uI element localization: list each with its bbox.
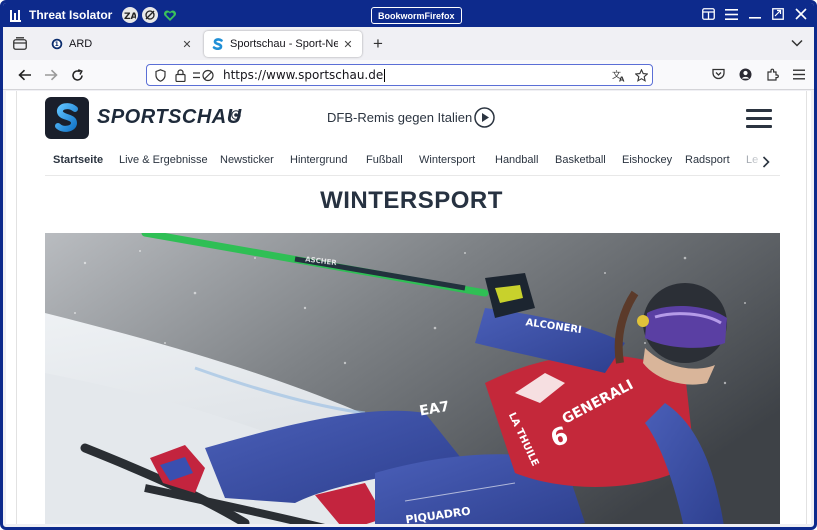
extensions-icon[interactable] xyxy=(765,67,779,81)
nav-item-hintergrund[interactable]: Hintergrund xyxy=(290,154,347,166)
strikethrough-circle-icon[interactable] xyxy=(142,7,159,23)
svg-text:ZA: ZA xyxy=(124,12,136,20)
headline-link[interactable]: DFB-Remis gegen Italien xyxy=(327,110,472,125)
pocket-icon[interactable] xyxy=(711,67,725,81)
sportschau-logo-icon[interactable] xyxy=(45,97,89,139)
svg-text:1: 1 xyxy=(55,41,59,48)
navigation-bar: https://www.sportschau.de 文A xyxy=(3,60,814,90)
ard-icon: 1 xyxy=(51,38,63,50)
page-viewport: SPORTSCHAU DFB-Remis gegen Italien Start… xyxy=(6,91,811,524)
app-title: Threat Isolator xyxy=(29,8,113,22)
tab-sportschau[interactable]: Sportschau - Sport-News, E ✕ xyxy=(204,31,362,57)
tab-label: ARD xyxy=(69,38,93,50)
section-title: WINTERSPORT xyxy=(320,187,503,214)
minimize-icon[interactable] xyxy=(747,6,762,22)
site-logo-text[interactable]: SPORTSCHAU xyxy=(97,106,242,129)
section-nav: Startseite Live & Ergebnisse Newsticker … xyxy=(45,149,785,175)
lock-icon[interactable] xyxy=(173,68,187,82)
nav-item-wintersport[interactable]: Wintersport xyxy=(419,154,475,166)
translate-icon[interactable]: 文A xyxy=(612,68,626,82)
bookmark-star-icon[interactable] xyxy=(634,68,648,82)
svg-text:A: A xyxy=(619,75,625,82)
nav-item-eishockey[interactable]: Eishockey xyxy=(622,154,672,166)
permissions-icon[interactable] xyxy=(193,68,215,82)
play-icon[interactable] xyxy=(474,107,495,128)
sportschau-icon xyxy=(212,38,224,50)
nav-item-radsport[interactable]: Radsport xyxy=(685,154,730,166)
url-text[interactable]: https://www.sportschau.de xyxy=(223,68,386,82)
nav-item-startseite[interactable]: Startseite xyxy=(53,154,103,166)
sidebar-icon[interactable] xyxy=(701,6,716,22)
forward-icon[interactable] xyxy=(43,67,59,83)
browser-badge: BookwormFirefox xyxy=(371,7,462,24)
chevron-down-icon[interactable] xyxy=(790,36,804,50)
hamburger-menu-icon[interactable] xyxy=(792,67,806,81)
close-icon[interactable] xyxy=(793,6,808,22)
green-heart-icon[interactable] xyxy=(162,7,178,23)
tab-close-icon[interactable]: ✕ xyxy=(342,38,354,51)
title-bar: Threat Isolator ZA BookwormFirefox xyxy=(3,3,814,27)
hero-image[interactable]: 6 GENERALI LA THUILE EA7 PIQUADRO ALCONE… xyxy=(45,233,780,524)
nav-item-newsticker[interactable]: Newsticker xyxy=(220,154,274,166)
za-shield-icon[interactable]: ZA xyxy=(122,7,139,23)
shield-icon[interactable] xyxy=(153,68,167,82)
url-bar[interactable]: https://www.sportschau.de 文A xyxy=(146,64,653,86)
tab-strip: 1 ARD ✕ Sportschau - Sport-News, E ✕ + xyxy=(3,27,814,60)
new-tab-icon[interactable]: + xyxy=(369,34,387,53)
tab-label: Sportschau - Sport-News, E xyxy=(230,38,338,50)
tab-close-icon[interactable]: ✕ xyxy=(181,38,193,51)
account-icon[interactable] xyxy=(738,67,752,81)
registered-mark-icon xyxy=(231,107,241,120)
chevron-right-icon[interactable] xyxy=(761,155,771,169)
site-menu-icon[interactable] xyxy=(746,109,772,128)
browser-window: Threat Isolator ZA BookwormFirefox xyxy=(0,0,817,530)
nav-item-basketball[interactable]: Basketball xyxy=(555,154,606,166)
reload-icon[interactable] xyxy=(69,67,85,83)
tab-ard[interactable]: 1 ARD ✕ xyxy=(43,31,201,57)
menu-icon[interactable] xyxy=(724,6,739,22)
restore-icon[interactable] xyxy=(770,6,785,22)
nav-item-fussball[interactable]: Fußball xyxy=(366,154,403,166)
sportschau-site: SPORTSCHAU DFB-Remis gegen Italien Start… xyxy=(16,91,807,524)
nav-item-handball[interactable]: Handball xyxy=(495,154,538,166)
threat-isolator-logo-icon xyxy=(9,8,23,22)
tab-overview-icon[interactable] xyxy=(3,27,37,60)
nav-item-live-ergebnisse[interactable]: Live & Ergebnisse xyxy=(119,154,208,166)
back-icon[interactable] xyxy=(17,67,33,83)
